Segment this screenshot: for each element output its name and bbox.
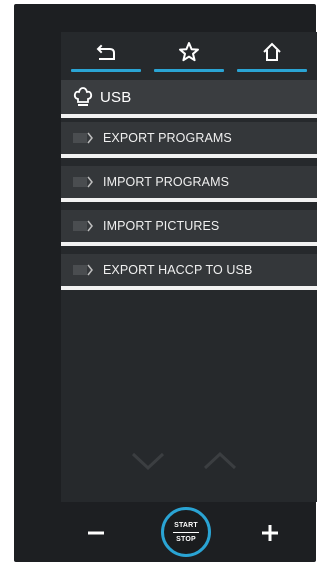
menu-item-label: EXPORT PROGRAMS (103, 131, 232, 145)
home-icon (263, 42, 281, 61)
stop-label: STOP (176, 535, 196, 543)
chef-hat-icon (72, 86, 94, 108)
arrow-tab-icon (73, 174, 95, 190)
chevron-down-icon (131, 452, 165, 471)
arrow-tab-icon (73, 218, 95, 234)
display-screen: USB EXPORT PROGRAMS IMPORT PROGRAMS IMPO… (61, 32, 317, 502)
divider (173, 531, 199, 533)
plus-button[interactable] (255, 518, 285, 548)
star-icon (179, 42, 199, 62)
arrow-tab-icon (73, 262, 95, 278)
menu-item-label: EXPORT HACCP TO USB (103, 263, 253, 277)
menu-item-label: IMPORT PICTURES (103, 219, 220, 233)
page-title: USB (100, 88, 132, 106)
menu-item-export-programs[interactable]: EXPORT PROGRAMS (61, 122, 317, 158)
chevron-up-icon (203, 451, 237, 470)
start-label: START (174, 521, 198, 529)
plus-icon (262, 525, 278, 541)
minus-button[interactable] (81, 518, 111, 548)
menu-item-label: IMPORT PROGRAMS (103, 175, 230, 189)
back-icon (96, 44, 115, 60)
menu-item-import-programs[interactable]: IMPORT PROGRAMS (61, 166, 317, 202)
control-bar: START STOP (61, 504, 317, 562)
start-stop-button[interactable]: START STOP (161, 507, 211, 557)
section-header: USB (61, 80, 317, 118)
oven-control-panel: USB EXPORT PROGRAMS IMPORT PROGRAMS IMPO… (14, 4, 317, 562)
favorites-button[interactable] (154, 32, 224, 72)
home-button[interactable] (237, 32, 307, 72)
scroll-down-button[interactable] (129, 450, 167, 472)
back-button[interactable] (71, 32, 141, 72)
menu-item-import-pictures[interactable]: IMPORT PICTURES (61, 210, 317, 246)
menu-item-export-haccp[interactable]: EXPORT HACCP TO USB (61, 254, 317, 290)
minus-icon (88, 531, 104, 535)
top-navigation (61, 32, 317, 76)
scroll-up-button[interactable] (201, 450, 239, 472)
arrow-tab-icon (73, 130, 95, 146)
